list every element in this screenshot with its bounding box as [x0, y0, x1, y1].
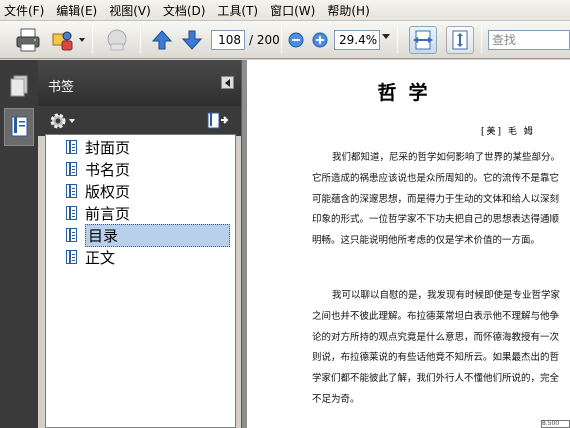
- document-view[interactable]: 哲学 [美] 毛 姆 我们都知道，尼采的哲学如何影响了世界的某些部分。它所造成的…: [247, 60, 570, 428]
- bookmark-icon: [66, 162, 77, 176]
- bookmark-icon: [66, 250, 77, 264]
- email-icon[interactable]: [50, 27, 76, 53]
- zoom-input[interactable]: 29.4%: [334, 30, 380, 50]
- bookmark-item-selected[interactable]: 目录: [66, 223, 234, 247]
- navigation-rail: [0, 60, 38, 428]
- document-title: 哲学: [377, 82, 440, 104]
- document-paragraph: 我可以聊以自慰的是，我发现有时候即使是专业哲学家之间也并不彼此理解。布拉德莱常坦…: [312, 290, 561, 405]
- bookmark-icon: [66, 140, 77, 154]
- menu-edit[interactable]: 编辑(E): [56, 2, 97, 19]
- bookmark-item[interactable]: 前言页: [66, 202, 130, 224]
- menu-view[interactable]: 视图(V): [109, 2, 151, 19]
- menu-window[interactable]: 窗口(W): [270, 2, 315, 19]
- page-number-input[interactable]: 108: [211, 30, 245, 50]
- email-dropdown-icon[interactable]: [79, 38, 85, 42]
- bookmark-icon: [66, 206, 77, 220]
- document-paragraph: 我们都知道，尼采的哲学如何影响了世界的某些部分。它所造成的祸患应该说也是众所周知…: [312, 152, 561, 247]
- page-size-indicator: 8.500: [541, 420, 570, 428]
- zoom-out-icon[interactable]: [288, 32, 304, 48]
- down-arrow-icon[interactable]: [181, 29, 203, 51]
- page-total: / 200: [249, 33, 280, 47]
- menu-file[interactable]: 文件(F): [4, 2, 44, 19]
- printer-icon[interactable]: [14, 26, 42, 54]
- fit-page-button[interactable]: [446, 26, 474, 54]
- document-author: [美] 毛 姆: [481, 127, 535, 137]
- expand-bookmark-icon[interactable]: [206, 111, 228, 131]
- search-input[interactable]: 查找: [488, 30, 570, 50]
- toolbar: 108 / 200 29.4% 查找: [0, 21, 570, 59]
- bookmark-icon: [66, 184, 77, 198]
- zoom-in-icon[interactable]: [312, 32, 328, 48]
- bookmark-item[interactable]: 书名页: [66, 158, 130, 180]
- bookmarks-list: 封面页 书名页 版权页 前言页 目录 正文: [45, 134, 236, 428]
- fit-page-icon: [452, 30, 468, 50]
- options-dropdown-icon[interactable]: [69, 119, 75, 123]
- fit-width-button[interactable]: [409, 26, 437, 54]
- bookmarks-panel-header: 书签: [38, 60, 241, 106]
- bookmarks-toolbar: [38, 106, 241, 136]
- panel-title: 书签: [48, 80, 75, 95]
- bookmark-icon: [11, 116, 28, 137]
- gear-icon[interactable]: [48, 111, 68, 131]
- bookmarks-tab[interactable]: [4, 108, 34, 146]
- menu-document[interactable]: 文档(D): [163, 2, 206, 19]
- up-arrow-icon[interactable]: [151, 29, 173, 51]
- bookmark-icon: [66, 228, 77, 242]
- pages-tab[interactable]: [4, 68, 34, 106]
- stamp-icon: [107, 29, 127, 51]
- pages-icon: [10, 75, 28, 97]
- menu-bar: 文件(F) 编辑(E) 视图(V) 文档(D) 工具(T) 窗口(W) 帮助(H…: [0, 0, 570, 21]
- menu-tools[interactable]: 工具(T): [217, 2, 258, 19]
- collapse-panel-button[interactable]: [221, 76, 234, 89]
- menu-help[interactable]: 帮助(H): [327, 2, 369, 19]
- bookmark-item[interactable]: 封面页: [66, 136, 130, 158]
- bookmark-item[interactable]: 版权页: [66, 180, 130, 202]
- bookmark-item[interactable]: 正文: [66, 246, 115, 268]
- fit-width-icon: [413, 30, 433, 50]
- zoom-dropdown-icon[interactable]: [382, 34, 390, 39]
